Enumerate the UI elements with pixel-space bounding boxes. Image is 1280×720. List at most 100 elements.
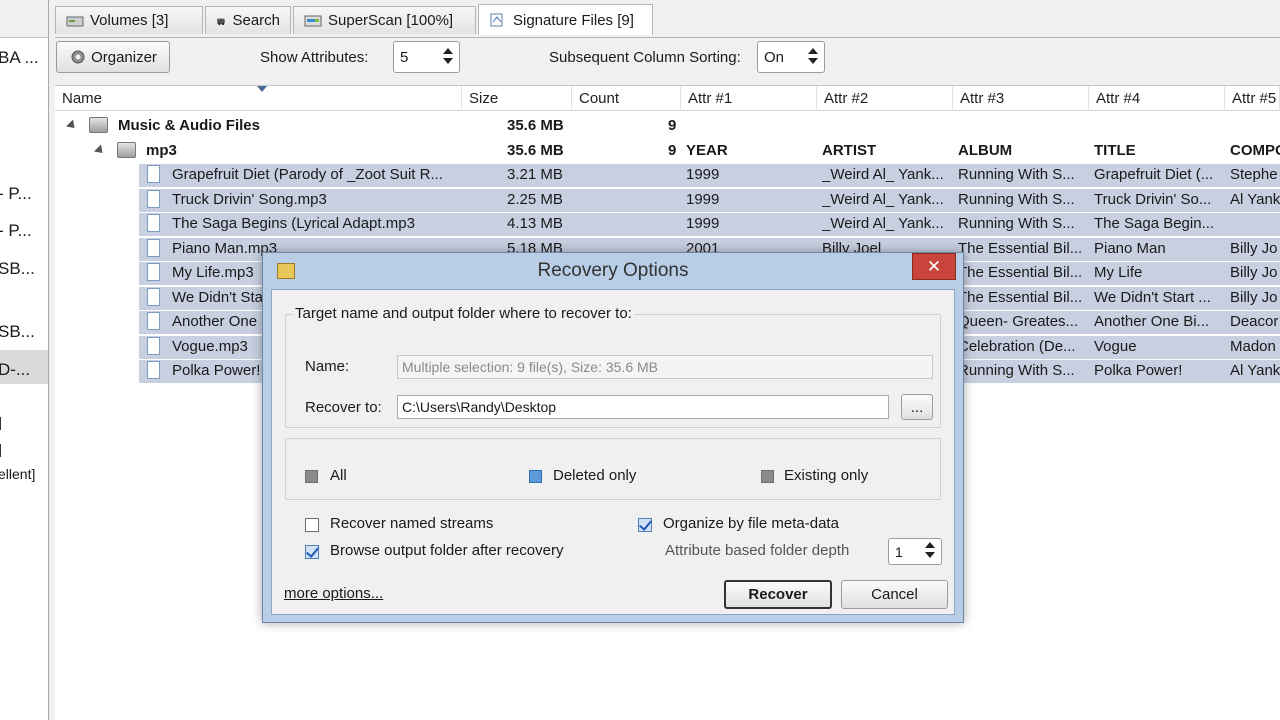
name-field: Multiple selection: 9 file(s), Size: 35.… bbox=[397, 355, 933, 379]
all-label[interactable]: All bbox=[330, 467, 347, 484]
tab-bar: Volumes [3] Search SuperScan [100%] Sign… bbox=[55, 4, 1280, 38]
radio-deleted-only[interactable] bbox=[529, 470, 542, 483]
table-row[interactable]: Grapefruit Diet (Parody of _Zoot Suit R.… bbox=[55, 163, 1280, 188]
row-attr1: 1999 bbox=[686, 190, 720, 208]
row-attr3: The Essential Bil... bbox=[958, 239, 1083, 257]
subgroup-attr1: YEAR bbox=[686, 141, 728, 159]
column-header-attr4[interactable]: Attr #4 bbox=[1089, 86, 1225, 111]
row-attr4: Piano Man bbox=[1094, 239, 1166, 257]
row-attr5 bbox=[1230, 212, 1280, 237]
tab-underline bbox=[55, 37, 1280, 38]
browse-output-folder-checkbox[interactable] bbox=[305, 545, 319, 559]
row-attr5: Deacor bbox=[1230, 313, 1279, 330]
recovery-options-dialog: Recovery Options ✕ Target name and outpu… bbox=[262, 252, 964, 623]
left-tree-item[interactable]: SB... bbox=[0, 259, 48, 279]
dialog-title: Recovery Options bbox=[537, 260, 689, 281]
table-row[interactable]: Truck Drivin' Song.mp3 2.25 MB 1999 _Weird … bbox=[55, 188, 1280, 213]
file-icon bbox=[147, 238, 160, 257]
organizer-button[interactable]: Organizer bbox=[56, 41, 170, 73]
file-icon bbox=[147, 287, 160, 306]
recover-button-label: Recover bbox=[748, 586, 808, 603]
radio-existing-only[interactable] bbox=[761, 470, 774, 483]
organize-by-metadata-checkbox[interactable] bbox=[638, 518, 652, 532]
organize-by-metadata-label[interactable]: Organize by file meta-data bbox=[663, 515, 839, 532]
folder-depth-spinner[interactable]: 1 bbox=[888, 538, 942, 565]
folder-depth-label: Attribute based folder depth bbox=[665, 542, 850, 559]
browse-output-folder-label[interactable]: Browse output folder after recovery bbox=[330, 542, 563, 559]
cancel-button-label: Cancel bbox=[871, 586, 918, 603]
spinner-arrows-icon[interactable] bbox=[808, 48, 818, 66]
folder-icon bbox=[117, 141, 136, 158]
row-attr4: Another One Bi... bbox=[1094, 313, 1210, 330]
recover-button[interactable]: Recover bbox=[724, 580, 832, 609]
left-panel-toolbar bbox=[0, 0, 48, 38]
file-icon bbox=[147, 312, 160, 330]
row-attr5: Billy Jo bbox=[1230, 264, 1278, 281]
spinner-arrows-icon[interactable] bbox=[443, 48, 453, 66]
column-header-attr1[interactable]: Attr #1 bbox=[681, 86, 817, 111]
table-header: Name Size Count Attr #1 Attr #2 Attr #3 … bbox=[55, 86, 1280, 111]
browse-button[interactable]: ... bbox=[901, 394, 933, 420]
row-attr3: Running With S... bbox=[958, 362, 1075, 379]
left-tree-item[interactable]: SB... bbox=[0, 322, 48, 342]
row-attr3: Running With S... bbox=[958, 190, 1075, 208]
row-name: Grapefruit Diet (Parody of _Zoot Suit R.… bbox=[172, 166, 443, 183]
left-tree-item[interactable]: ] bbox=[0, 441, 48, 457]
expand-arrow-icon[interactable] bbox=[65, 119, 79, 132]
column-header-attr3[interactable]: Attr #3 bbox=[953, 86, 1089, 111]
group-count: 9 bbox=[668, 117, 677, 134]
show-attributes-spinner[interactable]: 5 bbox=[393, 41, 460, 73]
column-header-count[interactable]: Count bbox=[572, 86, 681, 111]
folder-depth-value: 1 bbox=[895, 543, 903, 560]
table-row[interactable]: The Saga Begins (Lyrical Adapt.mp3 4.13 M… bbox=[55, 212, 1280, 237]
dialog-body: Target name and output folder where to r… bbox=[271, 289, 955, 615]
row-attr2: _Weird Al_ Yank... bbox=[822, 166, 944, 183]
subgroup-count: 9 bbox=[668, 141, 677, 159]
expand-arrow-icon[interactable] bbox=[93, 143, 107, 157]
column-header-size[interactable]: Size bbox=[462, 86, 572, 111]
left-tree-item[interactable]: - P... bbox=[0, 184, 48, 204]
row-attr5: Al Yank bbox=[1230, 362, 1280, 379]
left-tree-item[interactable]: ] bbox=[0, 414, 48, 430]
subsequent-sorting-value: On bbox=[764, 48, 785, 66]
left-tree-item[interactable]: - P... bbox=[0, 221, 48, 241]
tab-superscan[interactable]: SuperScan [100%] bbox=[293, 6, 476, 34]
left-tree-item[interactable]: BA ... bbox=[0, 48, 48, 68]
column-header-attr2[interactable]: Attr #2 bbox=[817, 86, 953, 111]
tab-volumes[interactable]: Volumes [3] bbox=[55, 6, 203, 34]
sort-indicator-icon bbox=[257, 86, 267, 92]
file-icon bbox=[147, 361, 160, 379]
close-button[interactable]: ✕ bbox=[912, 253, 956, 280]
more-options-link[interactable]: more options... bbox=[284, 585, 383, 602]
browse-label: ... bbox=[910, 398, 924, 416]
table-row-subgroup[interactable]: mp3 35.6 MB 9 YEAR ARTIST ALBUM TITLE CO… bbox=[55, 139, 1280, 164]
file-icon bbox=[147, 336, 160, 355]
subgroup-name: mp3 bbox=[146, 141, 177, 159]
radio-all[interactable] bbox=[305, 470, 318, 483]
search-icon bbox=[217, 18, 225, 25]
organizer-label: Organizer bbox=[91, 48, 157, 66]
subsequent-sorting-spinner[interactable]: On bbox=[757, 41, 825, 73]
tab-signature-files[interactable]: Signature Files [9] bbox=[478, 4, 653, 35]
tab-label: Signature Files [9] bbox=[513, 11, 634, 29]
row-attr4: Grapefruit Diet (... bbox=[1094, 166, 1214, 183]
recover-named-streams-label[interactable]: Recover named streams bbox=[330, 515, 493, 532]
row-attr3: The Essential Bil... bbox=[958, 288, 1083, 306]
tab-label: Search bbox=[232, 12, 280, 29]
row-size: 3.21 MB bbox=[507, 166, 563, 183]
column-header-attr5[interactable]: Attr #5 bbox=[1225, 86, 1280, 111]
row-attr4: We Didn't Start ... bbox=[1094, 288, 1211, 306]
recover-to-field[interactable]: C:\Users\Randy\Desktop bbox=[397, 395, 889, 419]
cancel-button[interactable]: Cancel bbox=[841, 580, 948, 609]
left-tree-item[interactable]: D-... bbox=[0, 360, 48, 380]
deleted-only-label[interactable]: Deleted only bbox=[553, 467, 636, 484]
left-tree-item[interactable]: ellent] bbox=[0, 466, 48, 482]
spinner-arrows-icon[interactable] bbox=[925, 542, 935, 560]
group-size: 35.6 MB bbox=[507, 117, 564, 134]
existing-only-label[interactable]: Existing only bbox=[784, 467, 868, 484]
row-attr3: Celebration (De... bbox=[958, 337, 1076, 355]
recover-named-streams-checkbox[interactable] bbox=[305, 518, 319, 532]
row-name: The Saga Begins (Lyrical Adapt.mp3 bbox=[172, 215, 415, 232]
table-row-group[interactable]: Music & Audio Files 35.6 MB 9 bbox=[55, 114, 1280, 139]
tab-search[interactable]: Search bbox=[205, 6, 291, 34]
